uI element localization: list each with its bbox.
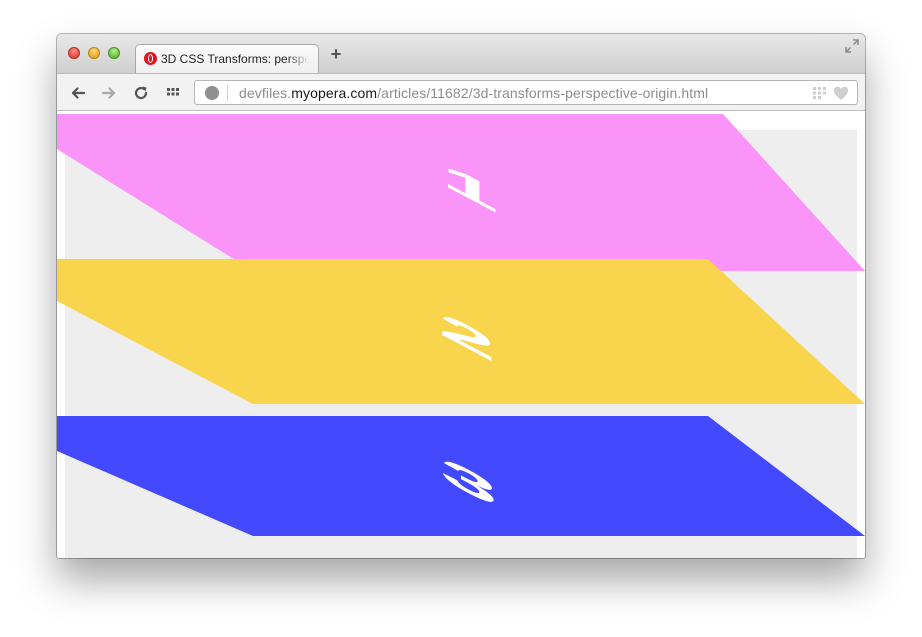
minimize-window-button[interactable] (88, 47, 100, 59)
browser-window: 3D CSS Transforms: perspective-origin + (57, 34, 865, 558)
address-divider (227, 85, 228, 101)
heart-icon[interactable] (833, 86, 849, 101)
add-to-speed-dial-icon[interactable] (813, 87, 827, 99)
url-path: /articles/11682/3d-transforms-perspectiv… (377, 85, 709, 101)
site-info-icon[interactable] (205, 86, 219, 100)
web-content: 1 2 3 (57, 111, 865, 558)
new-tab-button[interactable]: + (329, 45, 343, 63)
title-bar: 3D CSS Transforms: perspective-origin + (57, 34, 865, 73)
address-bar[interactable]: devfiles.myopera.com/articles/11682/3d-t… (194, 80, 858, 105)
reload-icon[interactable] (132, 84, 150, 102)
address-text[interactable]: devfiles.myopera.com/articles/11682/3d-t… (239, 85, 708, 101)
navigation-toolbar: devfiles.myopera.com/articles/11682/3d-t… (57, 73, 865, 111)
back-arrow-icon[interactable] (69, 84, 87, 102)
fullscreen-icon[interactable] (845, 39, 859, 53)
forward-arrow-icon[interactable] (100, 84, 118, 102)
planes-layer: 1 2 3 (57, 114, 865, 536)
opera-icon (144, 52, 157, 65)
zoom-window-button[interactable] (108, 47, 120, 59)
tab-active[interactable]: 3D CSS Transforms: perspective-origin (135, 44, 319, 73)
url-prefix: devfiles. (239, 85, 292, 101)
url-domain: myopera.com (291, 85, 378, 101)
plane-1: 1 (57, 114, 865, 271)
plane-2: 2 (57, 259, 865, 404)
plane-3: 3 (57, 416, 865, 536)
speed-dial-icon[interactable] (164, 84, 182, 102)
close-window-button[interactable] (68, 47, 80, 59)
tab-title: 3D CSS Transforms: perspective-origin (161, 52, 309, 66)
